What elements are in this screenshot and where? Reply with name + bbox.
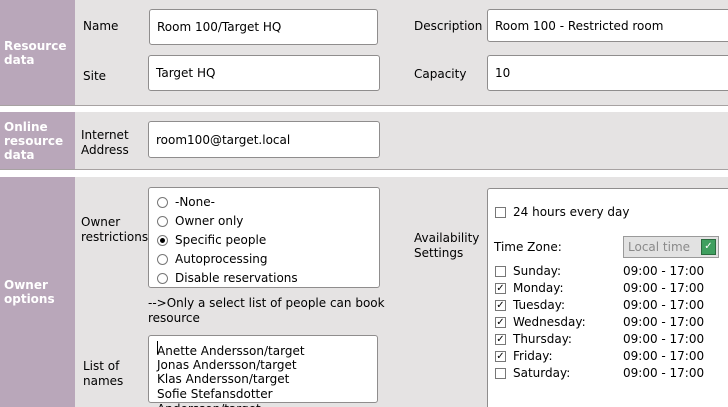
section-divider [0, 169, 728, 170]
sunday-checkbox-box [495, 265, 506, 277]
saturday-hours: 09:00 - 17:00 [623, 365, 704, 381]
wednesday-hours: 09:00 - 17:00 [623, 314, 704, 330]
friday-label: Friday: [513, 349, 553, 363]
wednesday-label: Wednesday: [513, 315, 586, 329]
radio-owner-only-label: Owner only [175, 214, 244, 228]
radio-none-label: -None- [175, 195, 215, 209]
day-checkbox-wednesday[interactable]: ✓ Wednesday: [495, 314, 586, 330]
capacity-field-value: 10 [495, 66, 511, 80]
availability-settings-label: Availability Settings [414, 231, 480, 260]
radio-option-autoprocessing[interactable]: Autoprocessing [157, 251, 268, 267]
description-field-value: Room 100 - Restricted room [495, 18, 664, 33]
sunday-label: Sunday: [513, 264, 562, 278]
sunday-hours-text: 09:00 - 17:00 [623, 264, 705, 278]
friday-hours-text: 09:00 - 17:00 [623, 349, 705, 363]
day-checkbox-friday[interactable]: ✓ Friday: [495, 348, 553, 364]
tuesday-label: Tuesday: [513, 298, 565, 312]
name-label: Name [83, 19, 119, 33]
time-zone-picker-icon[interactable]: ✓ [701, 239, 716, 255]
site-field[interactable]: Target HQ [148, 55, 380, 91]
list-of-names-label: List of names [83, 359, 124, 388]
online-resource-heading-text: Online resource data [4, 120, 64, 162]
resource-data-heading: Resource data [0, 0, 75, 106]
section-divider [0, 105, 728, 106]
site-label: Site [83, 69, 107, 83]
radio-specific-people-label: Specific people [175, 233, 267, 247]
all-day-checkbox-label: 24 hours every day [513, 205, 630, 219]
internet-address-field[interactable]: room100@target.local [148, 121, 380, 158]
wednesday-hours-text: 09:00 - 17:00 [623, 315, 705, 329]
monday-label: Monday: [513, 281, 564, 295]
capacity-label: Capacity [414, 67, 467, 81]
online-resource-heading: Online resource data [0, 112, 75, 170]
day-checkbox-monday[interactable]: ✓ Monday: [495, 280, 564, 296]
tuesday-hours-text: 09:00 - 17:00 [623, 298, 705, 312]
owner-options-heading: Owner options [0, 177, 75, 407]
description-field[interactable]: Room 100 - Restricted room [487, 9, 728, 42]
list-item: Sofie Stefansdotter Andersson/target [157, 387, 273, 407]
time-zone-label: Time Zone: [494, 240, 562, 254]
site-field-value: Target HQ [156, 66, 216, 80]
wednesday-checkbox-box: ✓ [495, 316, 506, 328]
owner-restrictions-radio-group: -None- Owner only Specific people Autopr… [148, 187, 380, 288]
tuesday-checkbox-box: ✓ [495, 299, 506, 311]
radio-disable-reservations-indicator [157, 272, 168, 284]
day-checkbox-thursday[interactable]: ✓ Thursday: [495, 331, 572, 347]
radio-none-indicator [157, 196, 168, 208]
day-checkbox-tuesday[interactable]: ✓ Tuesday: [495, 297, 565, 313]
radio-owner-only-indicator [157, 215, 168, 227]
list-of-names-field[interactable]: Anette Andersson/target Jonas Andersson/… [148, 335, 378, 407]
thursday-checkbox-box: ✓ [495, 333, 506, 345]
list-item: Jonas Andersson/target [157, 358, 297, 372]
day-checkbox-saturday[interactable]: Saturday: [495, 365, 570, 381]
radio-option-disable-reservations[interactable]: Disable reservations [157, 270, 298, 286]
resource-form: Resource data Name Room 100/Target HQ De… [0, 0, 728, 407]
thursday-hours: 09:00 - 17:00 [623, 331, 704, 347]
monday-hours-text: 09:00 - 17:00 [623, 281, 705, 295]
radio-specific-people-indicator [157, 234, 168, 246]
monday-checkbox-box: ✓ [495, 282, 506, 294]
internet-address-field-value: room100@target.local [156, 132, 291, 147]
owner-restrictions-label: Owner restrictions [81, 215, 149, 244]
tuesday-hours: 09:00 - 17:00 [623, 297, 704, 313]
monday-hours: 09:00 - 17:00 [623, 280, 704, 296]
saturday-label: Saturday: [513, 366, 571, 380]
saturday-hours-text: 09:00 - 17:00 [623, 366, 705, 380]
list-item: Anette Andersson/target [157, 344, 305, 358]
name-field[interactable]: Room 100/Target HQ [149, 9, 378, 45]
thursday-hours-text: 09:00 - 17:00 [623, 332, 705, 346]
capacity-field[interactable]: 10 [487, 55, 728, 91]
thursday-label: Thursday: [513, 332, 572, 346]
radio-option-none[interactable]: -None- [157, 194, 215, 210]
day-checkbox-sunday[interactable]: Sunday: [495, 263, 561, 279]
owner-restriction-note: -->Only a select list of people can book… [148, 296, 385, 325]
text-cursor [157, 341, 158, 354]
time-zone-select[interactable]: Local time ✓ [623, 236, 719, 258]
all-day-checkbox[interactable]: 24 hours every day [495, 204, 629, 220]
description-label: Description [414, 19, 483, 33]
radio-autoprocessing-label: Autoprocessing [175, 252, 268, 266]
saturday-checkbox-box [495, 367, 506, 379]
owner-options-heading-text: Owner options [4, 278, 55, 306]
all-day-checkbox-box [495, 206, 506, 218]
friday-checkbox-box: ✓ [495, 350, 506, 362]
radio-option-specific-people[interactable]: Specific people [157, 232, 266, 248]
internet-address-label: Internet Address [81, 128, 129, 157]
sunday-hours: 09:00 - 17:00 [623, 263, 704, 279]
friday-hours: 09:00 - 17:00 [623, 348, 704, 364]
radio-option-owner-only[interactable]: Owner only [157, 213, 243, 229]
time-zone-value: Local time [628, 240, 691, 254]
radio-disable-reservations-label: Disable reservations [175, 271, 298, 285]
radio-autoprocessing-indicator [157, 253, 168, 265]
list-item: Klas Andersson/target [157, 372, 290, 386]
name-field-value: Room 100/Target HQ [157, 20, 282, 34]
resource-data-heading-text: Resource data [4, 39, 67, 67]
